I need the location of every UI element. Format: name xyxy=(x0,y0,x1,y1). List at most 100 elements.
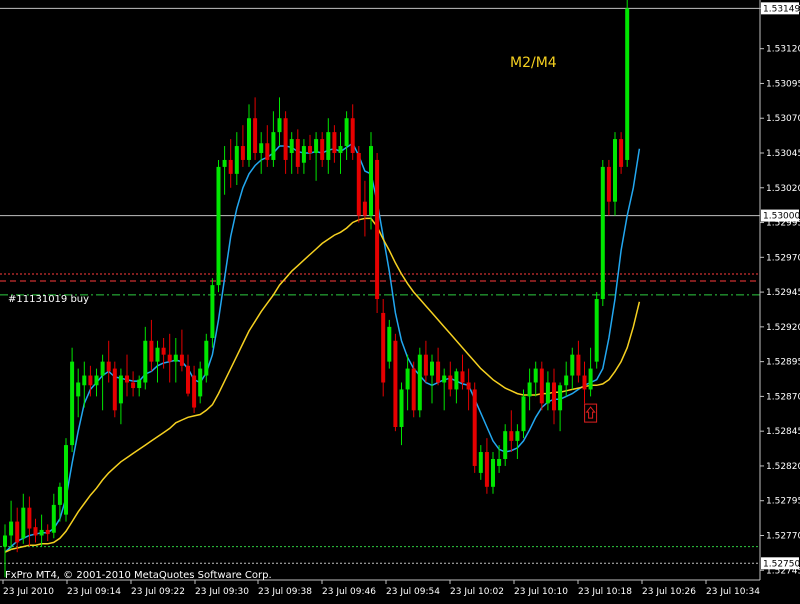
candle-body xyxy=(344,118,349,147)
candle-body xyxy=(625,8,630,160)
x-tick-label: 23 Jul 09:30 xyxy=(195,587,249,597)
candle-body xyxy=(436,361,441,383)
x-tick-label: 23 Jul 10:02 xyxy=(450,587,504,597)
candle-body xyxy=(381,312,386,383)
candle-body xyxy=(112,368,117,411)
candle-body xyxy=(15,521,20,543)
candle-body xyxy=(405,368,410,390)
candle-body xyxy=(326,132,331,160)
y-tick-label: 1.53120 xyxy=(766,45,800,55)
candle-body xyxy=(100,361,105,376)
candle-body xyxy=(375,159,380,300)
candle-body xyxy=(533,368,538,383)
candle-body xyxy=(308,146,312,153)
candle-body xyxy=(448,375,453,390)
candle-body xyxy=(27,507,32,529)
order-label: #11131019 buy xyxy=(8,294,89,305)
candle-body xyxy=(149,340,154,362)
candle-body xyxy=(613,139,617,202)
candle-body xyxy=(216,166,221,286)
y-tick-label: 1.52895 xyxy=(766,358,800,368)
chart-canvas: 1.53149 1.53120 1.53095 1.53070 1.53045 1.530… xyxy=(0,0,800,600)
candle-body xyxy=(234,146,239,174)
candle-body xyxy=(576,354,581,376)
candle-body xyxy=(350,118,355,153)
candle-body xyxy=(442,375,447,383)
candle-body xyxy=(137,379,142,389)
candle-body xyxy=(552,382,556,411)
candle-body xyxy=(88,375,93,386)
candle-body xyxy=(430,361,434,376)
candle-body xyxy=(76,382,81,397)
candle-body xyxy=(143,340,148,383)
candle-body xyxy=(295,139,300,167)
candle-body xyxy=(356,152,361,216)
candle-body xyxy=(64,445,68,515)
candle-body xyxy=(173,354,178,362)
y-tick-label: 1.53020 xyxy=(766,184,800,194)
candle-body xyxy=(466,382,471,390)
price-box-label: 1.53149 xyxy=(763,4,800,14)
candle-body xyxy=(472,389,477,466)
candle-body xyxy=(198,368,203,397)
candle-body xyxy=(118,375,123,404)
candle-body xyxy=(179,354,184,366)
candle-body xyxy=(497,458,502,466)
candle-body xyxy=(564,375,569,386)
y-tick-label: 1.52795 xyxy=(766,497,800,507)
candle-body xyxy=(594,299,599,362)
x-tick-label: 23 Jul 09:54 xyxy=(386,587,440,597)
candle-body xyxy=(125,375,129,383)
candle-body xyxy=(619,139,624,167)
candle-body xyxy=(222,159,227,167)
candle-body xyxy=(460,371,465,383)
candle-body xyxy=(411,368,416,411)
chart-background xyxy=(0,0,800,600)
candle-body xyxy=(588,368,593,390)
candle-body xyxy=(314,139,319,153)
price-box-label: 1.53000 xyxy=(763,212,800,222)
y-tick-label: 1.53045 xyxy=(766,149,800,159)
candle-body xyxy=(106,361,111,372)
copyright-label: FxPro MT4, © 2001-2010 MetaQuotes Softwa… xyxy=(5,570,272,581)
y-tick-label: 1.53095 xyxy=(766,79,800,89)
candle-body xyxy=(399,389,404,428)
candle-body xyxy=(503,431,508,459)
x-tick-label: 23 Jul 10:26 xyxy=(642,587,696,597)
x-tick-label: 23 Jul 09:38 xyxy=(258,587,312,597)
candle-body xyxy=(484,452,489,487)
candle-body xyxy=(606,166,611,202)
candle-body xyxy=(558,385,563,411)
y-tick-label: 1.52870 xyxy=(766,392,800,402)
x-tick-label: 23 Jul 10:18 xyxy=(578,587,632,597)
y-tick-label: 1.53070 xyxy=(766,114,800,124)
candle-body xyxy=(247,118,251,160)
candle-body xyxy=(521,396,526,432)
candle-body xyxy=(259,143,264,153)
candle-body xyxy=(289,139,294,153)
candle-body xyxy=(204,340,209,376)
candle-body xyxy=(600,166,605,300)
y-tick-label: 1.52970 xyxy=(766,253,800,263)
candle-body xyxy=(539,368,544,404)
candle-body xyxy=(570,354,575,376)
candle-body xyxy=(210,285,215,338)
candle-body xyxy=(131,382,136,389)
candle-body xyxy=(271,132,276,160)
candle-body xyxy=(167,354,172,362)
y-tick-label: 1.52945 xyxy=(766,288,800,298)
candle-body xyxy=(393,340,398,428)
candle-body xyxy=(94,375,99,386)
x-tick-label: 23 Jul 10:10 xyxy=(514,587,568,597)
candle-body xyxy=(57,486,62,505)
candle-body xyxy=(161,347,166,355)
candle-body xyxy=(240,146,245,160)
price-chart[interactable]: 1.53149 1.53120 1.53095 1.53070 1.53045 1.530… xyxy=(0,0,800,600)
candle-body xyxy=(332,132,337,153)
candle-body xyxy=(82,375,87,386)
chart-title: M2/M4 xyxy=(510,55,557,71)
candle-body xyxy=(51,504,56,533)
candle-body xyxy=(509,431,514,441)
candle-body xyxy=(320,139,325,160)
candle-body xyxy=(265,143,270,160)
